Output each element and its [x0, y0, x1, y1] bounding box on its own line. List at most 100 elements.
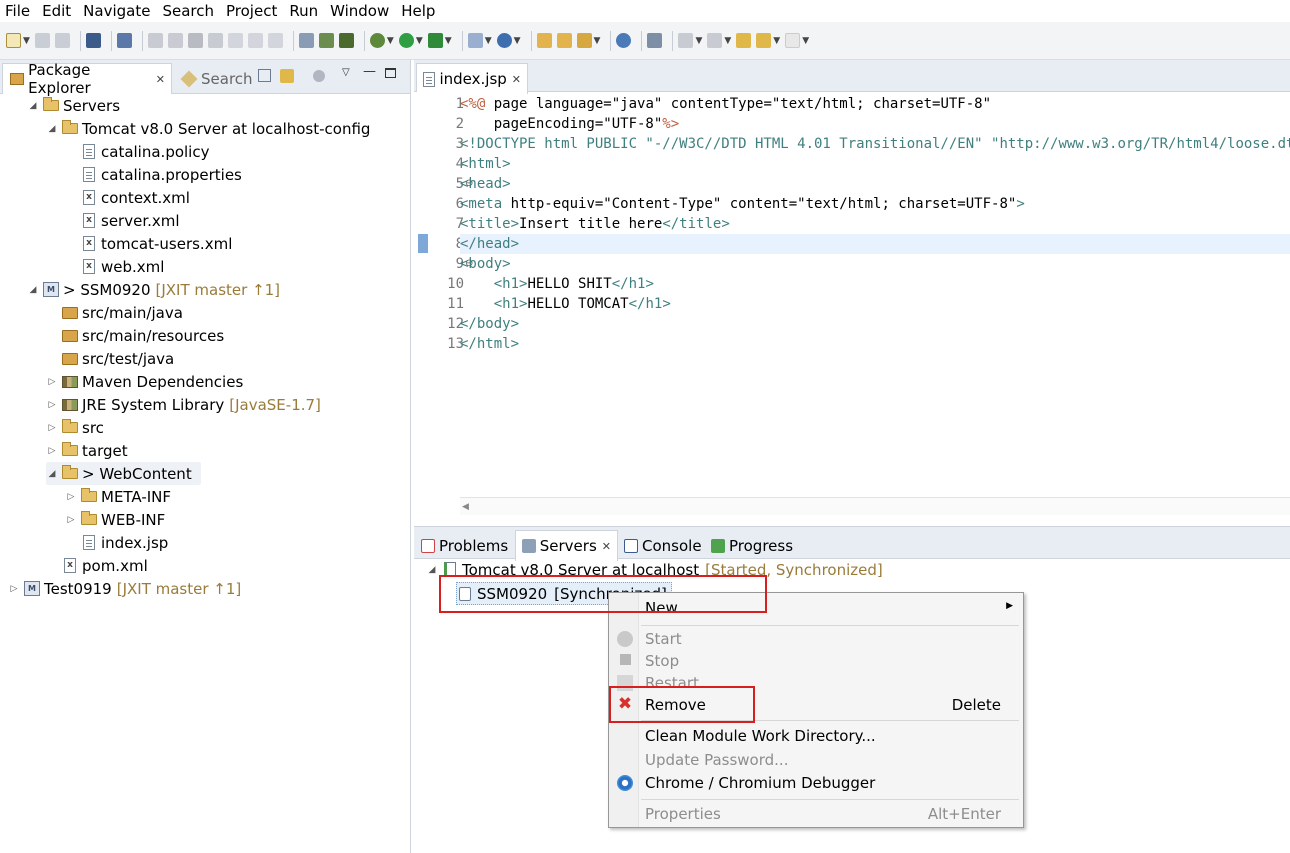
tree-item[interactable]: ▷ M Test0919 [JXIT master ↑1]	[8, 577, 242, 600]
menu-item-update-password[interactable]: Update Password...	[645, 749, 788, 771]
resume-icon[interactable]	[147, 33, 163, 48]
menu-file[interactable]: File	[0, 0, 37, 22]
code-line[interactable]: <title>Insert title here</title>	[460, 214, 730, 234]
step-return-icon[interactable]	[267, 33, 283, 48]
external-tools-icon[interactable]	[427, 33, 443, 48]
expanded-arrow-icon[interactable]: ◢	[46, 124, 58, 134]
new-class-icon[interactable]	[496, 33, 512, 48]
next-annotation-icon[interactable]	[678, 33, 694, 48]
code-line[interactable]: <h1>HELLO SHIT</h1>	[460, 274, 654, 294]
collapsed-arrow-icon[interactable]: ▷	[8, 584, 20, 594]
tab-progress[interactable]: Progress	[706, 530, 798, 561]
tree-item[interactable]: catalina.properties	[65, 163, 247, 186]
open-build-icon[interactable]	[338, 33, 354, 48]
next-annotation-dropdown-icon[interactable]: ▼	[695, 36, 702, 46]
menu-window[interactable]: Window	[325, 0, 396, 22]
tree-item[interactable]: index.jsp	[65, 531, 173, 554]
maximize-icon[interactable]	[385, 68, 396, 78]
back-icon[interactable]	[756, 33, 772, 48]
external-tools-dropdown-icon[interactable]: ▼	[445, 36, 452, 46]
code-area[interactable]: <%@ page language="java" contentType="te…	[460, 92, 1290, 497]
menu-navigate[interactable]: Navigate	[78, 0, 157, 22]
code-line[interactable]: </head>	[460, 234, 1290, 254]
menu-help[interactable]: Help	[396, 0, 442, 22]
tree-item[interactable]: ◢ > WebContent	[46, 462, 201, 485]
debug-dropdown-icon[interactable]: ▼	[387, 36, 394, 46]
open-task-icon[interactable]	[576, 33, 592, 48]
code-line[interactable]: <html>	[460, 154, 511, 174]
server-icon[interactable]	[318, 33, 334, 48]
menu-run[interactable]: Run	[284, 0, 325, 22]
tab-search[interactable]: Search	[176, 63, 258, 94]
tree-item[interactable]: src/main/java	[46, 301, 188, 324]
step-into-icon[interactable]	[227, 33, 243, 48]
forward-icon[interactable]	[785, 33, 801, 48]
tab-package-explorer[interactable]: Package Explorer ✕	[2, 61, 172, 97]
collapsed-arrow-icon[interactable]: ▷	[46, 446, 58, 456]
tree-item[interactable]: ◢ Tomcat v8.0 Server at localhost-config	[46, 117, 375, 140]
menu-item-stop[interactable]: Stop	[645, 650, 679, 672]
new-java-project-icon[interactable]	[467, 33, 483, 48]
menu-edit[interactable]: Edit	[37, 0, 78, 22]
view-menu-icon[interactable]: ▽	[342, 67, 350, 78]
tree-item[interactable]: ◢ M > SSM0920 [JXIT master ↑1]	[27, 278, 281, 301]
globe-icon[interactable]	[616, 33, 632, 48]
open-task-dropdown-icon[interactable]: ▼	[594, 36, 601, 46]
use-step-filters-icon[interactable]	[298, 33, 314, 48]
tree-item[interactable]: src/main/resources	[46, 324, 229, 347]
tree-item[interactable]: ▷ target	[46, 439, 133, 462]
tree-item[interactable]: ▷ JRE System Library [JavaSE-1.7]	[46, 393, 321, 416]
expanded-arrow-icon[interactable]: ◢	[27, 101, 39, 111]
terminate-icon[interactable]	[187, 33, 203, 48]
tree-item[interactable]: x context.xml	[65, 186, 195, 209]
menu-item-clean-module[interactable]: Clean Module Work Directory...	[645, 725, 876, 747]
new-class-dropdown-icon[interactable]: ▼	[514, 36, 521, 46]
code-line[interactable]: </html>	[460, 334, 519, 354]
code-line[interactable]: <!DOCTYPE html PUBLIC "-//W3C//DTD HTML …	[460, 134, 1290, 154]
collapsed-arrow-icon[interactable]: ▷	[65, 515, 77, 525]
menu-search[interactable]: Search	[157, 0, 221, 22]
prev-annotation-dropdown-icon[interactable]: ▼	[724, 36, 731, 46]
code-line[interactable]: <%@ page language="java" contentType="te…	[460, 94, 991, 114]
tree-item[interactable]: x pom.xml	[46, 554, 153, 577]
terminal-icon[interactable]	[85, 33, 101, 48]
new-icon[interactable]	[6, 33, 21, 48]
tree-item[interactable]: x web.xml	[65, 255, 169, 278]
tab-index-jsp[interactable]: index.jsp ✕	[416, 63, 528, 94]
step-over-icon[interactable]	[247, 33, 263, 48]
tree-item[interactable]: x server.xml	[65, 209, 185, 232]
collapsed-arrow-icon[interactable]: ▷	[65, 492, 77, 502]
forward-dropdown-icon[interactable]: ▼	[802, 36, 809, 46]
tree-item[interactable]: ▷ Maven Dependencies	[46, 370, 248, 393]
last-edit-icon[interactable]	[736, 33, 752, 48]
disconnect-icon[interactable]	[207, 33, 223, 48]
collapsed-arrow-icon[interactable]: ▷	[46, 400, 58, 410]
code-line[interactable]: <body>	[460, 254, 511, 274]
view-menu-group-icon[interactable]	[313, 70, 325, 82]
save-all-icon[interactable]	[54, 33, 70, 48]
back-dropdown-icon[interactable]: ▼	[773, 36, 780, 46]
link-with-editor-icon[interactable]	[280, 69, 294, 83]
tree-item[interactable]: ◢ Servers	[27, 94, 125, 117]
code-line[interactable]: <meta http-equiv="Content-Type" content=…	[460, 194, 1025, 214]
debug-icon[interactable]	[369, 33, 385, 48]
tree-item[interactable]: catalina.policy	[65, 140, 214, 163]
menu-item-properties[interactable]: Properties	[645, 803, 721, 825]
close-icon[interactable]: ✕	[512, 73, 521, 86]
tree-item[interactable]: x tomcat-users.xml	[65, 232, 237, 255]
expanded-arrow-icon[interactable]: ◢	[27, 285, 39, 295]
suspend-icon[interactable]	[167, 33, 183, 48]
tab-console[interactable]: Console	[619, 530, 707, 561]
tab-servers[interactable]: Servers ✕	[515, 530, 618, 561]
expand-arrow-icon[interactable]: ◢	[426, 565, 438, 575]
expanded-arrow-icon[interactable]: ◢	[46, 469, 58, 479]
run-dropdown-icon[interactable]: ▼	[416, 36, 423, 46]
code-line[interactable]: pageEncoding="UTF-8"%>	[460, 114, 679, 134]
close-icon[interactable]: ✕	[602, 540, 611, 553]
collapse-all-icon[interactable]	[258, 69, 271, 82]
minimize-icon[interactable]: —	[363, 64, 376, 79]
close-icon[interactable]: ✕	[156, 73, 165, 86]
code-line[interactable]: <head>	[460, 174, 511, 194]
code-line[interactable]: </body>	[460, 314, 519, 334]
skip-breakpoints-icon[interactable]	[116, 33, 132, 48]
